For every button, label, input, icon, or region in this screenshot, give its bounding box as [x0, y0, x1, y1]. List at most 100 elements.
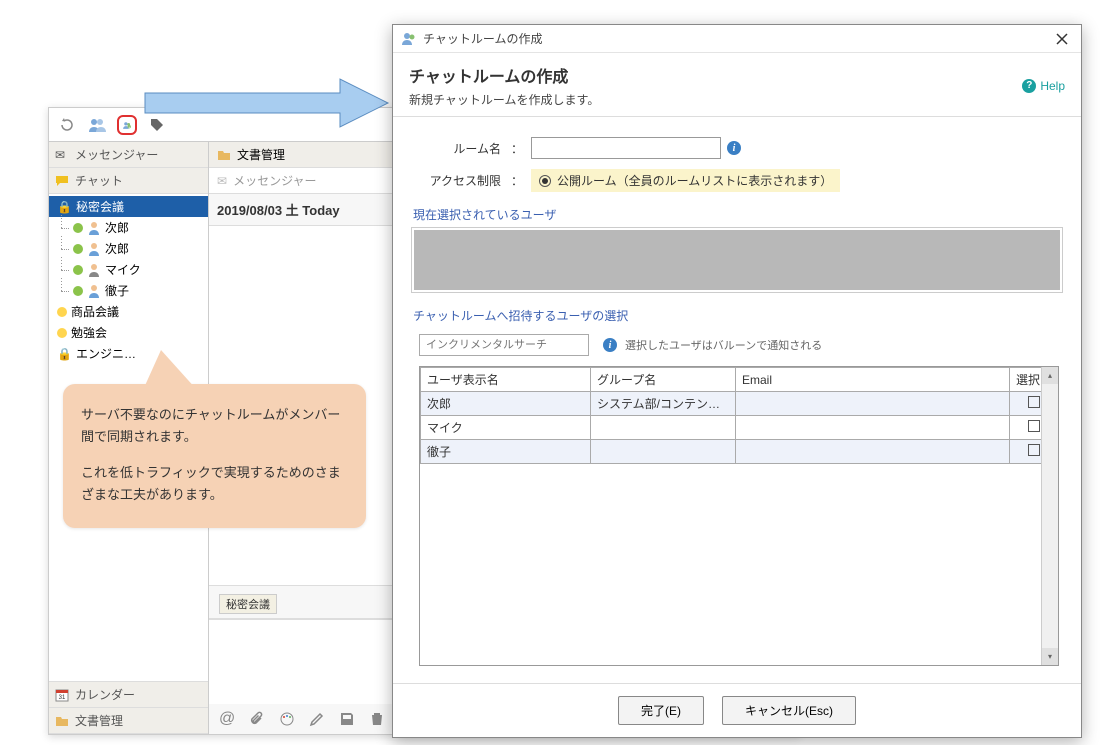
tree-room[interactable]: 商品会議 — [49, 301, 208, 322]
access-option-label: 公開ルーム（全員のルームリストに表示されます） — [557, 172, 832, 189]
checkbox-icon — [1028, 396, 1040, 408]
help-icon: ? — [1022, 79, 1036, 93]
room-name-row: ルーム名 ： i — [411, 137, 1063, 159]
tree-member[interactable]: 次郎 — [49, 238, 208, 259]
ok-button[interactable]: 完了(E) — [618, 696, 704, 725]
sidebar-section-label: メッセンジャー — [75, 146, 158, 163]
annotation-arrow — [140, 75, 390, 131]
help-link[interactable]: ? Help — [1022, 63, 1065, 108]
tree-member-label: 次郎 — [105, 219, 129, 236]
attach-icon[interactable] — [249, 711, 265, 727]
tree-member-label: 徹子 — [105, 282, 129, 299]
status-dot-icon — [73, 223, 83, 233]
folder-icon — [55, 714, 69, 728]
col-email[interactable]: Email — [736, 368, 1010, 392]
tree-room[interactable]: 勉強会 — [49, 322, 208, 343]
room-name-tag: 秘密会議 — [219, 594, 277, 614]
close-button[interactable] — [1051, 28, 1073, 50]
pane-tab-label: メッセンジャー — [233, 172, 316, 189]
chat-icon — [55, 174, 69, 188]
group-add-icon — [401, 31, 417, 47]
scroll-down-icon[interactable]: ▾ — [1042, 648, 1058, 665]
tree-member[interactable]: 次郎 — [49, 217, 208, 238]
sidebar-section-label: カレンダー — [75, 686, 135, 703]
dialog-titlebar: チャットルームの作成 — [393, 25, 1081, 53]
tree-room-label: エンジニ… — [76, 345, 136, 362]
table-row[interactable]: マイク — [421, 416, 1058, 440]
info-icon[interactable]: i — [603, 338, 617, 352]
tree-member[interactable]: マイク — [49, 259, 208, 280]
access-public-option[interactable]: 公開ルーム（全員のルームリストに表示されます） — [531, 169, 840, 192]
tree-room-selected[interactable]: 🔒 秘密会議 — [49, 196, 208, 217]
vertical-scrollbar[interactable]: ▴ ▾ — [1041, 367, 1058, 665]
group-icon[interactable] — [87, 115, 107, 135]
selected-users-fieldset: 現在選択されているユーザ — [411, 206, 1063, 293]
user-table: ユーザ表示名 グループ名 Email 選択 次郎 システム部/コンテン… — [419, 366, 1059, 666]
dialog-subtitle: 新規チャットルームを作成します。 — [409, 91, 1022, 108]
room-name-input[interactable] — [531, 137, 721, 159]
dialog-title: チャットルームの作成 — [409, 63, 1022, 87]
col-group[interactable]: グループ名 — [591, 368, 736, 392]
create-chatroom-icon[interactable]: + — [117, 115, 137, 135]
cell-email — [736, 416, 1010, 440]
user-search-input[interactable] — [419, 334, 589, 356]
sidebar-section-chat[interactable]: チャット — [49, 168, 208, 194]
info-icon[interactable]: i — [727, 141, 741, 155]
cell-group: システム部/コンテン… — [591, 392, 736, 416]
callout-text: これを低トラフィックで実現するためのさまざまな工夫があります。 — [81, 462, 348, 506]
cell-group — [591, 440, 736, 464]
access-row: アクセス制限 ： 公開ルーム（全員のルームリストに表示されます） — [411, 169, 1063, 192]
refresh-icon[interactable] — [57, 115, 77, 135]
sidebar-section-calendar[interactable]: 31 カレンダー — [49, 682, 208, 708]
status-dot-icon — [73, 286, 83, 296]
cell-user: マイク — [421, 416, 591, 440]
folder-icon — [217, 148, 231, 162]
scroll-up-icon[interactable]: ▴ — [1042, 367, 1058, 384]
checkbox-icon — [1028, 420, 1040, 432]
selected-users-area — [414, 230, 1060, 290]
room-dot-icon — [57, 307, 67, 317]
tree-member[interactable]: 徹子 — [49, 280, 208, 301]
room-name-label: ルーム名 — [411, 140, 511, 157]
svg-text:31: 31 — [59, 695, 66, 701]
cell-user: 徹子 — [421, 440, 591, 464]
dialog-footer: 完了(E) キャンセル(Esc) — [393, 683, 1081, 737]
radio-icon — [539, 175, 551, 187]
checkbox-icon — [1028, 444, 1040, 456]
lock-icon: 🔒 — [57, 200, 72, 214]
user-icon — [87, 221, 101, 235]
user-icon — [87, 263, 101, 277]
sidebar-section-messenger[interactable]: ✉ メッセンジャー — [49, 142, 208, 168]
sidebar-section-docs[interactable]: 文書管理 — [49, 708, 208, 734]
trash-icon[interactable] — [369, 711, 385, 727]
user-icon — [87, 242, 101, 256]
cell-group — [591, 416, 736, 440]
status-dot-icon — [73, 265, 83, 275]
user-icon — [87, 284, 101, 298]
mail-icon: ✉ — [55, 148, 69, 162]
tree-room-label: 商品会議 — [71, 303, 119, 320]
tree-room-label: 秘密会議 — [76, 198, 124, 215]
save-icon[interactable] — [339, 711, 355, 727]
palette-icon[interactable] — [279, 711, 295, 727]
table-row[interactable]: 次郎 システム部/コンテン… — [421, 392, 1058, 416]
pane-tab-label: 文書管理 — [237, 146, 285, 163]
balloon-hint: 選択したユーザはバルーンで通知される — [625, 337, 822, 353]
access-label: アクセス制限 — [411, 172, 511, 189]
annotation-callout: サーバ不要なのにチャットルームがメンバー間で同期されます。 これを低トラフィック… — [63, 384, 366, 528]
dialog-body: ルーム名 ： i アクセス制限 ： 公開ルーム（全員のルームリストに表示されます… — [393, 117, 1081, 683]
room-dot-icon — [57, 328, 67, 338]
status-dot-icon — [73, 244, 83, 254]
col-user[interactable]: ユーザ表示名 — [421, 368, 591, 392]
cancel-button[interactable]: キャンセル(Esc) — [722, 696, 856, 725]
sidebar-section-label: チャット — [75, 172, 123, 189]
callout-text: サーバ不要なのにチャットルームがメンバー間で同期されます。 — [81, 404, 348, 448]
mention-icon[interactable]: @ — [219, 710, 235, 728]
edit-icon[interactable] — [309, 711, 325, 727]
table-row[interactable]: 徹子 — [421, 440, 1058, 464]
lock-icon: 🔒 — [57, 347, 72, 361]
invite-users-fieldset: チャットルームへ招待するユーザの選択 i 選択したユーザはバルーンで通知される … — [411, 307, 1063, 666]
create-chatroom-dialog: チャットルームの作成 チャットルームの作成 新規チャットルームを作成します。 ?… — [392, 24, 1082, 738]
sidebar-section-label: 文書管理 — [75, 712, 123, 729]
tree-room-label: 勉強会 — [71, 324, 107, 341]
